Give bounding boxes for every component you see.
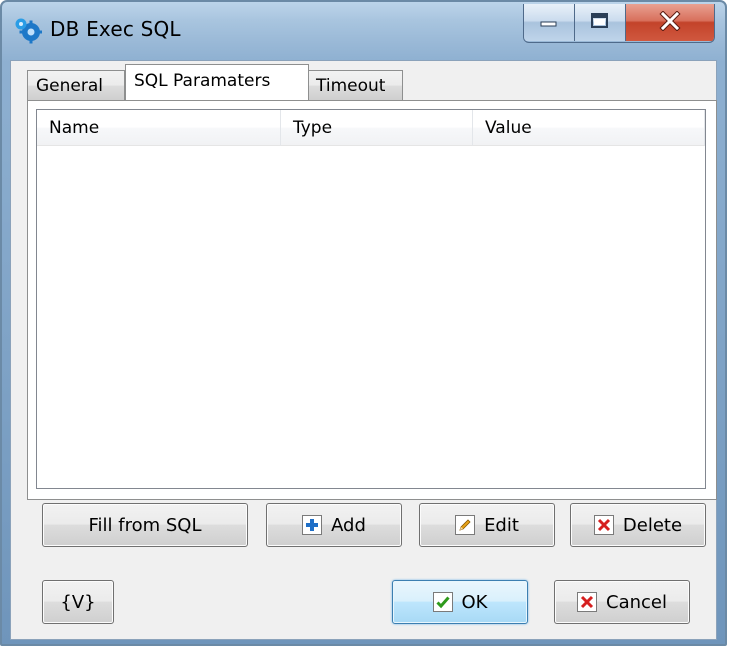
ok-label: OK	[461, 591, 488, 613]
cancel-button[interactable]: Cancel	[554, 580, 690, 624]
maximize-icon	[590, 12, 610, 34]
dialog-window: DB Exec SQL General SQL Paramaters Timeo…	[0, 0, 727, 646]
variables-button[interactable]: {V}	[42, 580, 114, 624]
gears-icon	[14, 16, 43, 44]
maximize-button[interactable]	[574, 4, 625, 41]
checkmark-icon	[432, 592, 453, 612]
column-header-name-label: Name	[49, 118, 100, 138]
edit-button[interactable]: Edit	[419, 503, 555, 547]
title-bar[interactable]: DB Exec SQL	[2, 2, 725, 60]
fill-from-sql-label: Fill from SQL	[88, 514, 202, 536]
variables-label: {V}	[60, 591, 96, 613]
column-header-value[interactable]: Value	[473, 110, 705, 146]
cancel-x-icon	[577, 592, 597, 612]
tab-timeout-label: Timeout	[316, 76, 386, 96]
tab-general-label: General	[36, 76, 103, 96]
plus-icon	[302, 515, 323, 535]
add-button[interactable]: Add	[266, 503, 402, 547]
fill-from-sql-button[interactable]: Fill from SQL	[42, 503, 248, 547]
cancel-label: Cancel	[606, 591, 667, 613]
edit-label: Edit	[484, 514, 519, 536]
tab-sql-paramaters[interactable]: SQL Paramaters	[125, 64, 309, 100]
delete-x-icon	[593, 515, 614, 535]
tab-panel: Name Type Value	[27, 100, 717, 500]
minimize-icon	[539, 13, 559, 32]
tab-general[interactable]: General	[27, 70, 125, 100]
tab-timeout[interactable]: Timeout	[307, 70, 403, 100]
caption-buttons	[523, 4, 715, 43]
delete-button[interactable]: Delete	[570, 503, 706, 547]
tab-sql-paramaters-label: SQL Paramaters	[134, 71, 271, 91]
dialog-client-area: General SQL Paramaters Timeout Name Type…	[10, 60, 717, 640]
ok-button[interactable]: OK	[392, 580, 528, 624]
delete-label: Delete	[622, 514, 683, 536]
minimize-button[interactable]	[524, 4, 574, 41]
column-header-type-label: Type	[293, 118, 333, 138]
parameters-list[interactable]: Name Type Value	[36, 109, 706, 489]
pencil-icon	[455, 515, 476, 535]
close-icon	[659, 9, 681, 35]
list-header: Name Type Value	[37, 110, 705, 146]
add-label: Add	[331, 514, 366, 536]
column-header-name[interactable]: Name	[37, 110, 281, 146]
column-header-type[interactable]: Type	[281, 110, 473, 146]
column-header-value-label: Value	[485, 118, 532, 138]
close-button[interactable]	[625, 4, 714, 41]
window-title: DB Exec SQL	[50, 17, 181, 41]
